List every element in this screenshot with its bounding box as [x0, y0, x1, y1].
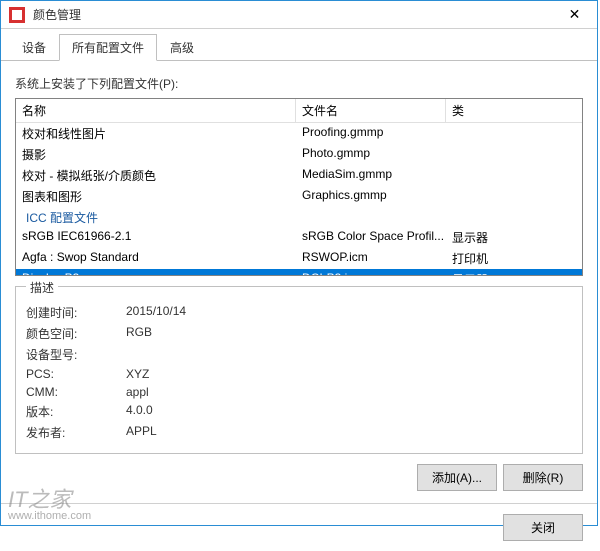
cell-class: [446, 166, 582, 185]
list-row[interactable]: 校对 - 模拟纸张/介质颜色MediaSim.gmmp: [16, 165, 582, 186]
description-label: 颜色空间:: [26, 325, 126, 342]
description-value: 2015/10/14: [126, 304, 186, 321]
description-row: 版本:4.0.0: [26, 401, 572, 422]
profiles-label: 系统上安装了下列配置文件(P):: [15, 75, 583, 92]
cell-class: [446, 187, 582, 206]
tab-advanced[interactable]: 高级: [157, 34, 207, 61]
description-label: 发布者:: [26, 424, 126, 441]
description-row: 创建时间:2015/10/14: [26, 302, 572, 323]
description-value: 4.0.0: [126, 403, 153, 420]
description-label: 创建时间:: [26, 304, 126, 321]
description-value: appl: [126, 385, 149, 399]
description-label: PCS:: [26, 367, 126, 381]
description-label: CMM:: [26, 385, 126, 399]
tab-strip: 设备 所有配置文件 高级: [1, 29, 597, 61]
profiles-listview[interactable]: 名称 文件名 类 校对和线性图片Proofing.gmmp摄影Photo.gmm…: [15, 98, 583, 276]
description-value: APPL: [126, 424, 157, 441]
cell-class: 打印机: [446, 249, 582, 268]
list-row[interactable]: sRGB IEC61966-2.1sRGB Color Space Profil…: [16, 227, 582, 248]
description-group: 描述 创建时间:2015/10/14颜色空间:RGB设备型号:PCS:XYZCM…: [15, 286, 583, 454]
cell-name: Display P3: [16, 270, 296, 276]
description-label: 设备型号:: [26, 346, 126, 363]
description-grid: 创建时间:2015/10/14颜色空间:RGB设备型号:PCS:XYZCMM:a…: [26, 302, 572, 443]
list-row[interactable]: Agfa : Swop StandardRSWOP.icm打印机: [16, 248, 582, 269]
cell-class: 显示器: [446, 270, 582, 276]
description-row: PCS:XYZ: [26, 365, 572, 383]
cell-file: Proofing.gmmp: [296, 124, 446, 143]
window-title: 颜色管理: [33, 6, 81, 23]
remove-button[interactable]: 删除(R): [503, 464, 583, 491]
list-row[interactable]: 摄影Photo.gmmp: [16, 144, 582, 165]
cell-name: 校对 - 模拟纸张/介质颜色: [16, 166, 296, 185]
cell-name: 图表和图形: [16, 187, 296, 206]
tab-devices[interactable]: 设备: [9, 34, 59, 61]
profile-buttons-row: 添加(A)... 删除(R): [1, 464, 597, 491]
list-row[interactable]: 图表和图形Graphics.gmmp: [16, 186, 582, 207]
add-button[interactable]: 添加(A)...: [417, 464, 497, 491]
cell-file: RSWOP.icm: [296, 249, 446, 268]
description-value: XYZ: [126, 367, 149, 381]
description-title: 描述: [26, 279, 58, 296]
cell-class: 显示器: [446, 228, 582, 247]
column-name[interactable]: 名称: [16, 99, 296, 122]
app-icon: [9, 7, 25, 23]
tab-all-profiles[interactable]: 所有配置文件: [59, 34, 157, 61]
cell-name: 摄影: [16, 145, 296, 164]
description-value: RGB: [126, 325, 152, 342]
color-management-window: 颜色管理 ✕ 设备 所有配置文件 高级 系统上安装了下列配置文件(P): 名称 …: [0, 0, 598, 526]
column-class[interactable]: 类: [446, 99, 582, 122]
cell-name: 校对和线性图片: [16, 124, 296, 143]
listview-body: 校对和线性图片Proofing.gmmp摄影Photo.gmmp校对 - 模拟纸…: [16, 123, 582, 276]
listview-header: 名称 文件名 类: [16, 99, 582, 123]
icc-group-label: ICC 配置文件: [16, 207, 582, 227]
tab-content: 系统上安装了下列配置文件(P): 名称 文件名 类 校对和线性图片Proofin…: [1, 61, 597, 454]
close-button[interactable]: ✕: [552, 1, 597, 29]
cell-file: sRGB Color Space Profil...: [296, 228, 446, 247]
description-row: 颜色空间:RGB: [26, 323, 572, 344]
description-row: CMM:appl: [26, 383, 572, 401]
description-row: 设备型号:: [26, 344, 572, 365]
cell-name: sRGB IEC61966-2.1: [16, 228, 296, 247]
cell-name: Agfa : Swop Standard: [16, 249, 296, 268]
cell-file: Graphics.gmmp: [296, 187, 446, 206]
cell-class: [446, 145, 582, 164]
titlebar: 颜色管理 ✕: [1, 1, 597, 29]
cell-file: DCI-P3.icc: [296, 270, 446, 276]
cell-file: MediaSim.gmmp: [296, 166, 446, 185]
description-label: 版本:: [26, 403, 126, 420]
list-row[interactable]: Display P3DCI-P3.icc显示器: [16, 269, 582, 276]
cell-file: Photo.gmmp: [296, 145, 446, 164]
list-row[interactable]: 校对和线性图片Proofing.gmmp: [16, 123, 582, 144]
cell-class: [446, 124, 582, 143]
column-filename[interactable]: 文件名: [296, 99, 446, 122]
description-row: 发布者:APPL: [26, 422, 572, 443]
